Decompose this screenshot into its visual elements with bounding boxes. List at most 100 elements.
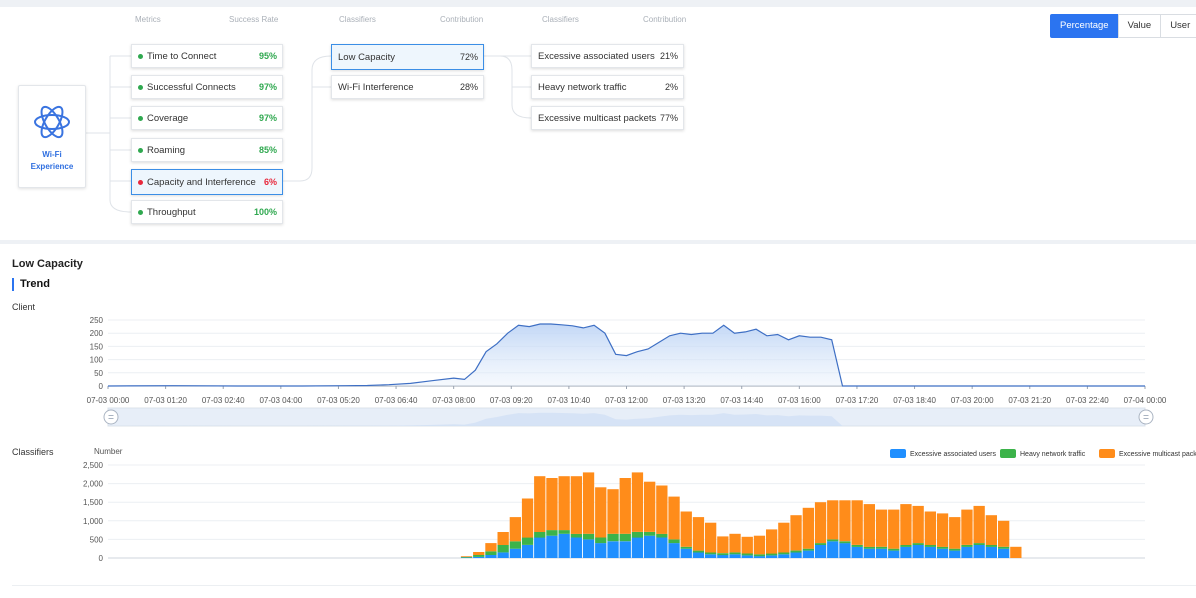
bar-multicast (949, 517, 961, 549)
x-tick-label: 07-03 18:40 (893, 396, 936, 405)
zoom-slider-window (108, 408, 1145, 426)
status-dot (138, 179, 143, 185)
bar-associated-users (607, 541, 619, 558)
bar-heavy-traffic (656, 533, 668, 538)
bar-multicast (668, 496, 680, 540)
bar-heavy-traffic (619, 533, 631, 542)
metric-card-roaming[interactable]: Roaming 85% (131, 138, 283, 162)
classifier-value: 28% (459, 82, 478, 92)
bar-heavy-traffic (851, 545, 863, 547)
bar-multicast (766, 529, 778, 554)
bar-heavy-traffic (998, 546, 1010, 549)
bar-multicast (790, 515, 802, 551)
metric-value: 85% (258, 145, 277, 155)
y-tick-label: 2,500 (83, 461, 104, 470)
bar-associated-users (985, 546, 997, 558)
x-tick-label: 07-03 13:20 (663, 396, 706, 405)
bar-multicast (619, 478, 631, 534)
legend-label: Heavy network traffic (1020, 451, 1086, 458)
bar-multicast (546, 478, 558, 531)
x-tick-label: 07-03 04:00 (259, 396, 302, 405)
bar-associated-users (839, 543, 851, 558)
bar-heavy-traffic (814, 543, 827, 545)
atom-icon (34, 105, 70, 139)
bar-associated-users (924, 546, 936, 558)
y-tick-label: 1,000 (83, 517, 104, 526)
bar-associated-users (656, 537, 668, 558)
bar-multicast (1010, 546, 1022, 558)
metric-card-capacity-interference[interactable]: Capacity and Interference 6% (131, 169, 283, 195)
bar-heavy-traffic (534, 532, 546, 538)
bar-associated-users (680, 548, 692, 558)
bar-associated-users (509, 548, 521, 558)
bar-heavy-traffic (827, 539, 839, 542)
classifier-card-low-capacity[interactable]: Low Capacity 72% (331, 44, 484, 70)
x-tick-label: 07-03 02:40 (202, 396, 245, 405)
bar-associated-users (497, 552, 509, 558)
bar-multicast (753, 535, 766, 555)
bar-associated-users (570, 537, 582, 558)
x-tick-label: 07-03 06:40 (375, 396, 418, 405)
toggle-percentage[interactable]: Percentage (1050, 14, 1119, 38)
wifi-experience-card[interactable]: Wi-Fi Experience (18, 85, 86, 188)
bar-heavy-traffic (973, 543, 985, 545)
bar-associated-users (741, 555, 753, 558)
bar-associated-users (998, 548, 1010, 558)
bar-multicast (961, 509, 973, 545)
bar-associated-users (485, 555, 497, 558)
bar-multicast (473, 552, 485, 555)
legend-label: Excessive multicast packets (1119, 451, 1196, 458)
metric-card-time-to-connect[interactable]: Time to Connect 95% (131, 44, 283, 68)
view-mode-toggle: Percentage Value User (1050, 14, 1196, 38)
bar-heavy-traffic (912, 543, 924, 545)
subclassifier-card-associated-users[interactable]: Excessive associated users 21% (531, 44, 684, 68)
legend-label: Excessive associated users (910, 451, 996, 458)
subclassifier-label: Heavy network traffic (538, 81, 627, 93)
y-tick-label: 100 (90, 356, 104, 365)
metric-label: Capacity and Interference (147, 176, 256, 188)
bar-multicast (802, 507, 814, 549)
metric-card-throughput[interactable]: Throughput 100% (131, 200, 283, 224)
toggle-user[interactable]: User (1160, 14, 1196, 38)
bar-heavy-traffic (949, 548, 961, 551)
classifier-card-wifi-interference[interactable]: Wi-Fi Interference 28% (331, 75, 484, 99)
bar-heavy-traffic (595, 537, 607, 544)
classifier-label: Low Capacity (338, 51, 396, 63)
bar-multicast (631, 472, 644, 532)
toggle-value[interactable]: Value (1117, 14, 1162, 38)
bar-multicast (558, 476, 570, 531)
bar-heavy-traffic (802, 548, 814, 551)
subclassifier-card-heavy-traffic[interactable]: Heavy network traffic 2% (531, 75, 684, 99)
y-tick-label: 1,500 (83, 498, 104, 507)
subclassifier-card-multicast[interactable]: Excessive multicast packets 77% (531, 106, 684, 130)
wifi-title-line1: Wi-Fi (42, 150, 62, 159)
bar-heavy-traffic (766, 553, 778, 556)
bar-heavy-traffic (729, 552, 741, 555)
bar-associated-users (729, 554, 741, 558)
bar-multicast (888, 509, 900, 549)
bar-multicast (644, 481, 656, 532)
bar-multicast (973, 505, 985, 544)
bar-heavy-traffic (521, 537, 534, 545)
bar-heavy-traffic (546, 530, 558, 536)
bar-associated-users (888, 550, 900, 558)
bar-heavy-traffic (839, 541, 851, 544)
x-tick-label: 07-04 00:00 (1124, 396, 1167, 405)
zoom-handle-right (1138, 409, 1154, 425)
bar-associated-users (778, 554, 790, 558)
bar-associated-users (717, 555, 729, 558)
metric-value: 97% (258, 82, 277, 92)
bar-heavy-traffic (717, 553, 729, 556)
bar-associated-users (546, 535, 558, 558)
bar-associated-users (814, 545, 827, 558)
metric-card-successful-connects[interactable]: Successful Connects 97% (131, 75, 283, 99)
bar-heavy-traffic (680, 546, 692, 549)
bar-heavy-traffic (924, 545, 936, 547)
bar-heavy-traffic (863, 546, 875, 549)
bar-associated-users (802, 550, 814, 558)
bar-heavy-traffic (705, 552, 717, 555)
metric-card-coverage[interactable]: Coverage 97% (131, 106, 283, 130)
bar-heavy-traffic (741, 553, 753, 556)
bar-heavy-traffic (961, 545, 973, 547)
bar-associated-users (644, 535, 656, 558)
